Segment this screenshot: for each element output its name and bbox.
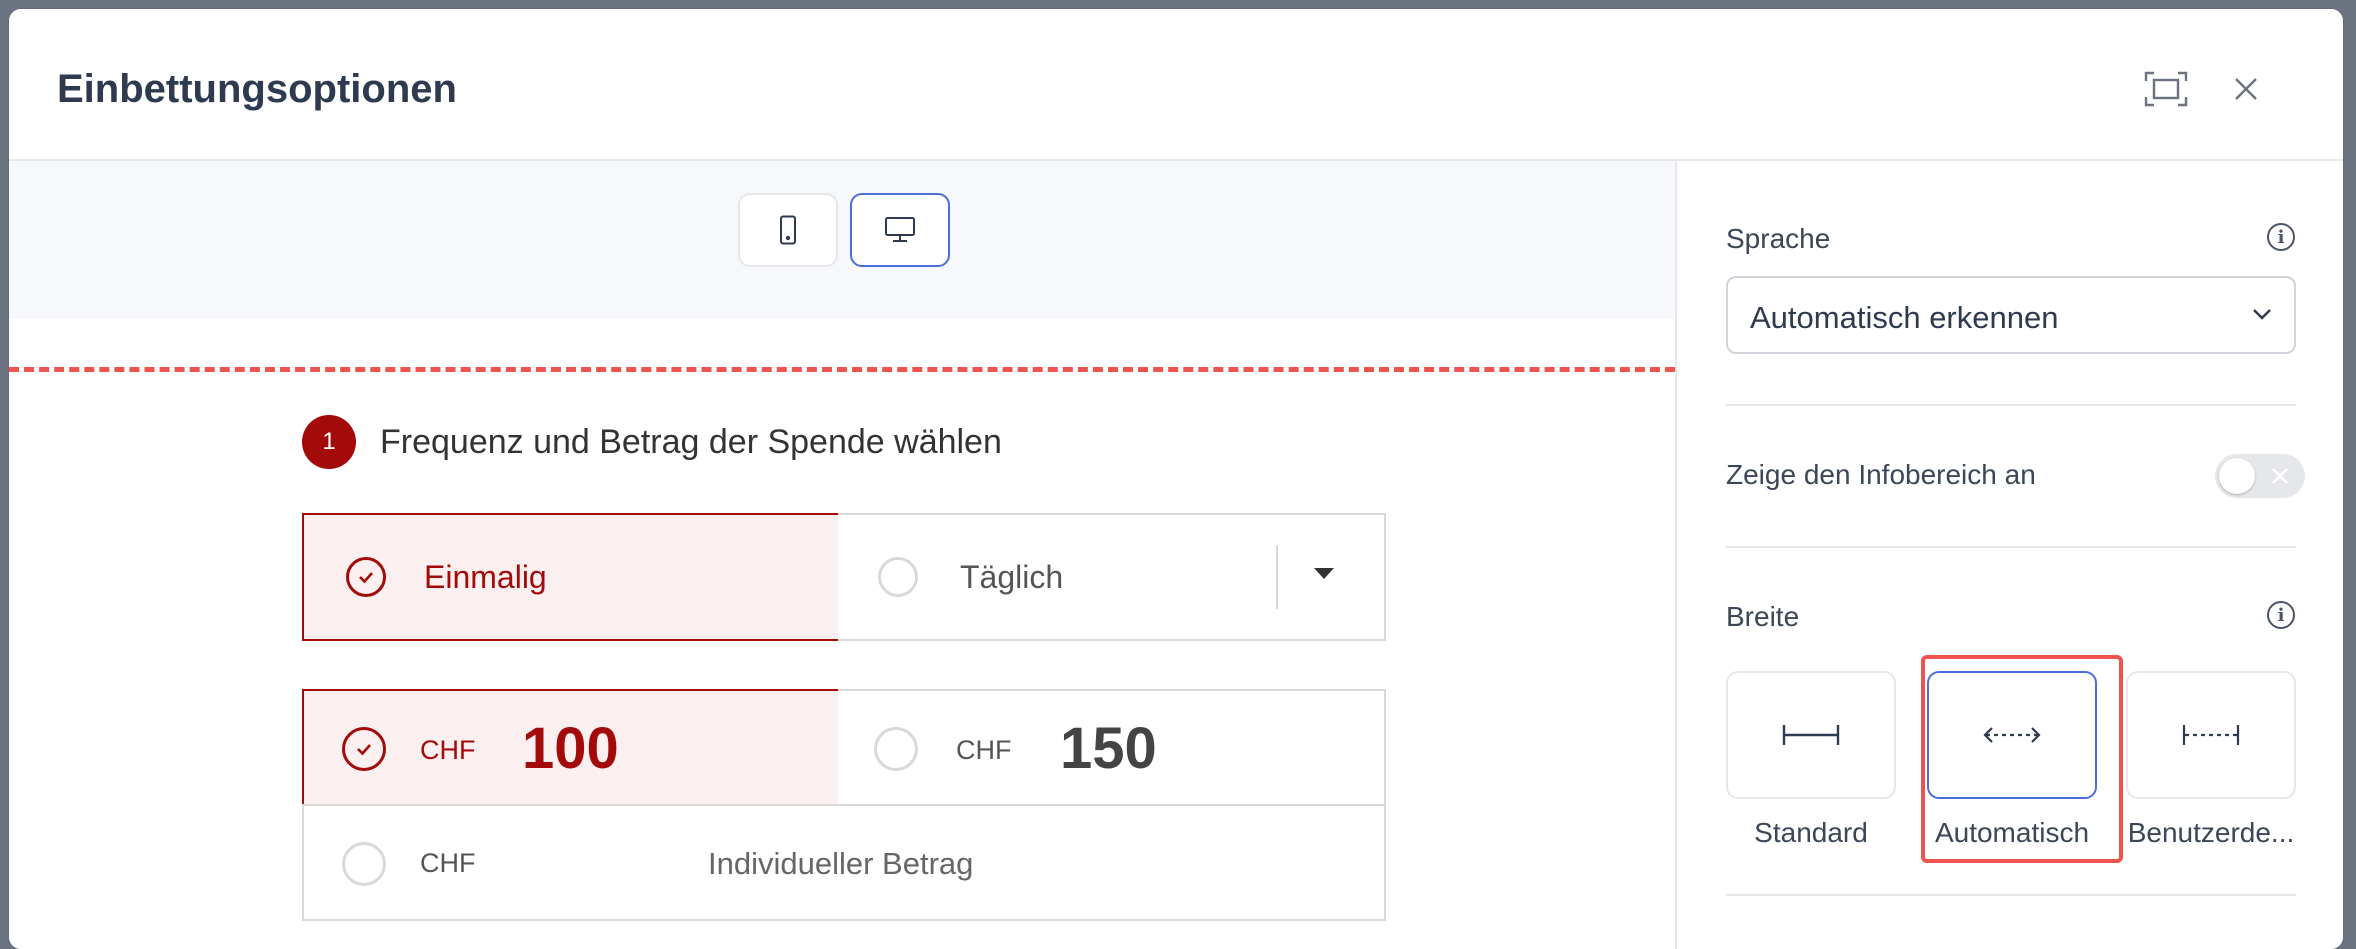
toggle-knob (2219, 458, 2255, 494)
width-option-auto[interactable] (1927, 671, 2097, 799)
width-label: Breite (1726, 601, 1800, 632)
preview-area: 1 Frequenz und Betrag der Spende wählen … (9, 161, 1677, 949)
amount-value: 150 (1060, 716, 1157, 781)
width-option-standard[interactable] (1726, 671, 1896, 799)
width-standard-icon (1782, 725, 1840, 745)
device-toggle-bar (9, 161, 1675, 319)
radio-unchecked (878, 557, 918, 597)
embed-boundary-line (9, 367, 1675, 372)
chevron-down-icon (2250, 302, 2274, 331)
frequency-label-once: Einmalig (424, 559, 547, 595)
toggle-x-icon (2272, 468, 2288, 484)
embed-options-dialog: Einbettungsoptionen 1 Frequenz und Betra… (9, 9, 2343, 949)
info-icon[interactable]: i (2267, 223, 2295, 251)
frequency-option-daily[interactable]: Täglich (838, 513, 1386, 641)
width-option-label: Standard (1754, 817, 1868, 848)
frequency-label-daily: Täglich (960, 559, 1064, 595)
step-number-badge: 1 (302, 415, 356, 469)
caret-down-icon[interactable] (1314, 567, 1334, 585)
info-icon[interactable]: i (2267, 601, 2295, 629)
radio-unchecked (874, 727, 918, 771)
amount-value: 100 (522, 716, 619, 781)
check-icon (359, 572, 373, 584)
step-title: Frequenz und Betrag der Spende wählen (380, 422, 1002, 461)
custom-amount-input[interactable]: Individueller Betrag (708, 846, 973, 882)
dropdown-divider (1276, 545, 1278, 609)
radio-checked (346, 557, 386, 597)
mobile-icon (780, 215, 796, 245)
width-option-label: Automatisch (1934, 817, 2090, 848)
divider (1726, 546, 2296, 548)
currency-label: CHF (420, 735, 476, 765)
step-heading: 1 Frequenz und Betrag der Spende wählen (302, 415, 1002, 469)
frequency-option-once[interactable]: Einmalig (302, 513, 840, 641)
dialog-title: Einbettungsoptionen (57, 67, 457, 111)
width-custom-icon (2182, 725, 2240, 745)
close-icon[interactable] (2222, 65, 2270, 113)
divider (1726, 404, 2296, 406)
radio-unchecked (342, 842, 386, 886)
radio-checked (342, 727, 386, 771)
settings-panel: Sprache i Automatisch erkennen Zeige den… (1677, 161, 2343, 949)
info-area-toggle[interactable] (2215, 454, 2305, 498)
desktop-icon (885, 217, 915, 242)
currency-label: CHF (956, 735, 1012, 765)
desktop-view-button[interactable] (850, 193, 950, 267)
language-select[interactable]: Automatisch erkennen (1726, 276, 2296, 354)
mobile-view-button[interactable] (738, 193, 838, 267)
dialog-header: Einbettungsoptionen (9, 9, 2343, 161)
expand-icon[interactable] (2142, 65, 2190, 113)
amount-option-custom[interactable]: CHF Individueller Betrag (302, 804, 1386, 921)
language-label: Sprache (1726, 223, 1831, 254)
amount-option-150[interactable]: CHF 150 (838, 689, 1386, 806)
width-option-custom[interactable] (2126, 671, 2296, 799)
divider (1726, 894, 2296, 896)
info-area-label: Zeige den Infobereich an (1726, 459, 2036, 490)
currency-label: CHF (420, 848, 476, 878)
language-select-value: Automatisch erkennen (1750, 300, 2059, 335)
width-option-label: Benutzerde... (2127, 817, 2295, 848)
amount-option-100[interactable]: CHF 100 (302, 689, 840, 806)
width-auto-icon (1983, 727, 2041, 743)
check-icon (357, 744, 371, 756)
